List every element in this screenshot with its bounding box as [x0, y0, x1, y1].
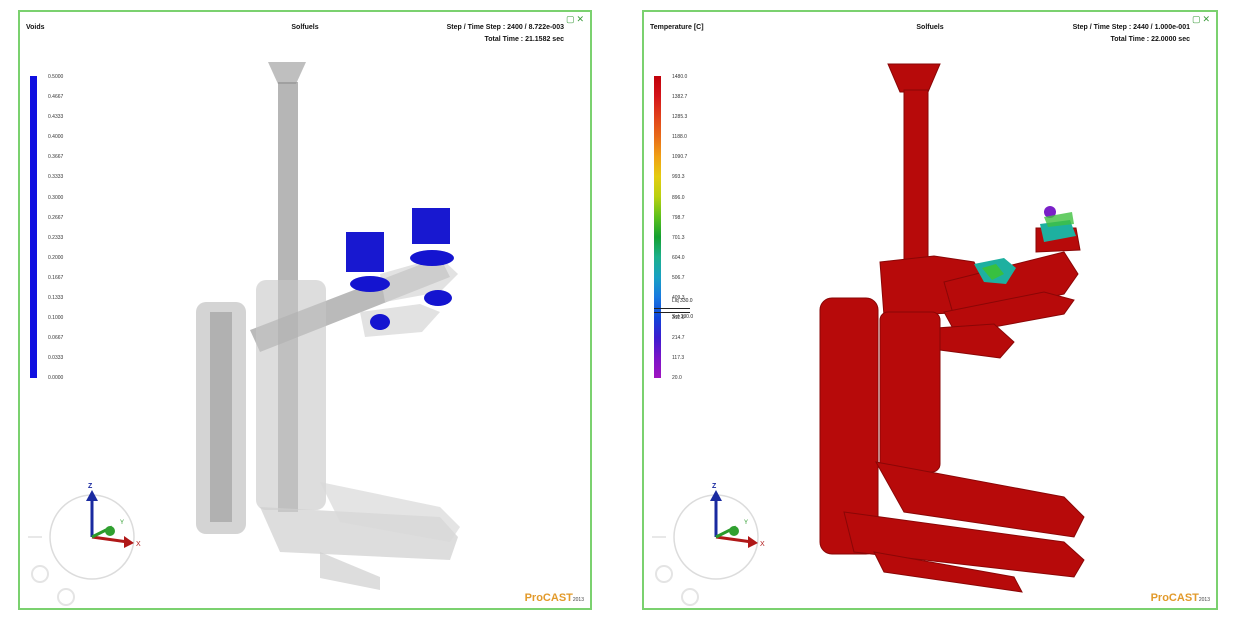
y-axis-label: Y	[120, 520, 124, 526]
x-axis-label: X	[136, 541, 141, 548]
casting-model-temperature[interactable]: Z Y X	[644, 12, 1216, 608]
centre-block	[256, 280, 326, 510]
zoom-out-icon	[681, 588, 699, 606]
casting-model-voids[interactable]: Z Y X	[20, 12, 590, 608]
lower-arm	[935, 323, 1015, 359]
z-axis-label: Z	[88, 483, 93, 490]
zoom-in-icon	[655, 565, 673, 583]
y-axis-label: Y	[744, 520, 748, 526]
x-axis-arrow	[91, 535, 129, 544]
void-region-2	[412, 208, 450, 244]
zoom-in-icon	[31, 565, 49, 583]
pour-cup	[268, 62, 306, 84]
z-axis-label: Z	[712, 483, 717, 490]
temperature-viewport[interactable]: ▢✕ Temperature [C] Solfuels Step / Time …	[642, 10, 1218, 610]
void-region-3	[424, 290, 452, 306]
void-region-4	[370, 314, 390, 330]
zoom-out-icon	[57, 588, 75, 606]
pour-cup	[887, 63, 941, 93]
procast-logo: ProCAST2013	[1150, 592, 1210, 604]
voids-viewport[interactable]: ▢✕ Voids Solfuels Step / Time Step : 240…	[18, 10, 592, 610]
procast-logo: ProCAST2013	[524, 592, 584, 604]
centre-block	[879, 311, 941, 473]
void-region-1	[346, 232, 384, 272]
x-axis-arrow	[715, 535, 753, 544]
x-axis-label: X	[760, 541, 765, 548]
